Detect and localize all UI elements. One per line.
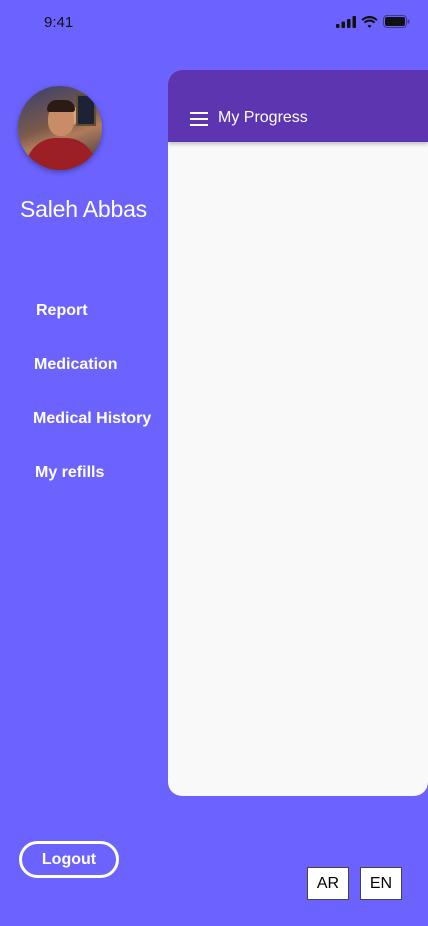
- status-icons: [336, 15, 410, 28]
- menu-item-report[interactable]: Report: [36, 302, 88, 320]
- app-bar: My Progress: [168, 70, 428, 142]
- page-title: My Progress: [218, 109, 308, 126]
- menu-item-my-refills[interactable]: My refills: [35, 464, 104, 482]
- status-time: 9:41: [44, 14, 74, 31]
- avatar-background-frame: [76, 94, 96, 126]
- avatar-shirt: [26, 138, 96, 170]
- menu-item-medical-history[interactable]: Medical History: [33, 410, 151, 428]
- avatar-hair: [47, 100, 75, 112]
- logout-button[interactable]: Logout: [19, 841, 119, 878]
- wifi-icon: [361, 15, 378, 28]
- user-name: Saleh Abbas: [20, 196, 147, 222]
- main-panel[interactable]: My Progress: [168, 70, 428, 796]
- language-en-button[interactable]: EN: [360, 867, 402, 900]
- signal-icon: [336, 15, 356, 28]
- language-ar-button[interactable]: AR: [307, 867, 349, 900]
- avatar[interactable]: [18, 86, 102, 170]
- hamburger-icon[interactable]: [190, 112, 208, 126]
- menu-item-medication[interactable]: Medication: [34, 356, 118, 374]
- battery-icon: [383, 15, 410, 28]
